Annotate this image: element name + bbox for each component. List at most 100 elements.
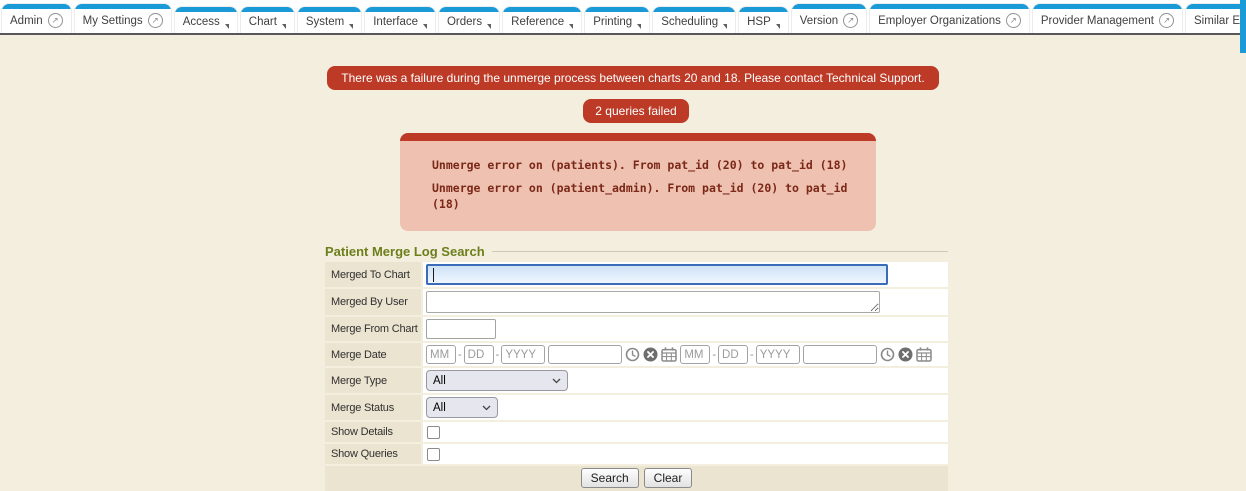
- merge-date-to-year-input[interactable]: [756, 345, 800, 364]
- tab-label: Orders: [447, 16, 482, 28]
- dropdown-caret-icon: [349, 24, 353, 29]
- external-link-icon: ↗: [148, 13, 163, 28]
- unmerge-error-line: Unmerge error on (patients). From pat_id…: [432, 157, 866, 173]
- tab-version[interactable]: Version↗: [792, 4, 866, 33]
- row-show-queries: Show Queries: [325, 444, 948, 464]
- row-merge-date: Merge Date - - - -: [325, 343, 948, 366]
- tab-label: Chart: [249, 16, 277, 28]
- show-queries-label: Show Queries: [325, 444, 421, 464]
- merge-date-to-month-input[interactable]: [680, 345, 710, 364]
- tab-similar-exposure-groups[interactable]: Similar Exposure Groups (SEGs)↗: [1186, 4, 1246, 33]
- tab-admin[interactable]: Admin ↗: [2, 4, 71, 33]
- clear-date-icon[interactable]: [643, 347, 658, 362]
- tab-chart[interactable]: Chart: [241, 7, 294, 33]
- dropdown-caret-icon: [423, 24, 427, 29]
- merge-date-from-time-input[interactable]: [548, 345, 622, 364]
- tab-label: Provider Management: [1041, 15, 1154, 27]
- tab-label: Printing: [593, 16, 632, 28]
- merge-date-label: Merge Date: [325, 343, 421, 366]
- tab-employer-organizations[interactable]: Employer Organizations ↗: [870, 4, 1029, 33]
- tab-my-settings[interactable]: My Settings ↗: [75, 4, 171, 33]
- merged-by-user-textarea[interactable]: [426, 291, 880, 313]
- calendar-icon[interactable]: [916, 347, 932, 362]
- row-merge-from-chart-id: Merge From Chart ID: [325, 317, 948, 341]
- unmerge-error-box: Unmerge error on (patients). From pat_id…: [400, 133, 876, 231]
- date-separator: -: [712, 349, 716, 361]
- tab-label: Interface: [373, 16, 418, 28]
- patient-merge-log-search-form: Patient Merge Log Search Merged To Chart…: [325, 244, 948, 491]
- dropdown-caret-icon: [225, 24, 229, 29]
- merged-to-chart-label: Merged To Chart: [325, 262, 421, 287]
- external-link-icon: ↗: [48, 13, 63, 28]
- tab-label: HSP: [747, 16, 771, 28]
- unmerge-error-line: Unmerge error on (patient_admin). From p…: [432, 180, 866, 212]
- tab-interface[interactable]: Interface: [365, 7, 435, 33]
- form-button-row: Search Clear: [325, 466, 948, 491]
- merged-to-chart-input[interactable]: [426, 264, 888, 285]
- tab-label: Scheduling: [661, 16, 718, 28]
- tab-hsp[interactable]: HSP: [739, 7, 788, 33]
- calendar-icon[interactable]: [661, 347, 677, 362]
- dropdown-caret-icon: [487, 24, 491, 29]
- merged-by-user-label: Merged By User: [325, 289, 421, 315]
- merge-date-from-day-input[interactable]: [464, 345, 494, 364]
- merge-date-from-month-input[interactable]: [426, 345, 456, 364]
- merge-status-selected-value: All: [433, 402, 446, 414]
- error-box-body: Unmerge error on (patients). From pat_id…: [400, 141, 876, 231]
- clear-date-icon[interactable]: [898, 347, 913, 362]
- clock-icon[interactable]: [880, 347, 895, 362]
- merge-status-label: Merge Status: [325, 395, 421, 420]
- tab-orders[interactable]: Orders: [439, 7, 499, 33]
- merge-type-selected-value: All: [433, 375, 446, 387]
- merge-from-chart-id-input[interactable]: [426, 319, 496, 339]
- tab-provider-management[interactable]: Provider Management ↗: [1033, 4, 1182, 33]
- tab-label: Access: [183, 16, 220, 28]
- chevron-down-icon: [552, 378, 561, 384]
- show-queries-checkbox[interactable]: [427, 448, 440, 461]
- tab-label: Employer Organizations: [878, 15, 1001, 27]
- main-tab-bar: Admin ↗ My Settings ↗ Access Chart System Inter…: [0, 0, 1246, 35]
- row-show-details: Show Details: [325, 422, 948, 442]
- tab-scheduling[interactable]: Scheduling: [653, 7, 735, 33]
- tab-reference[interactable]: Reference: [503, 7, 581, 33]
- row-merged-to-chart: Merged To Chart: [325, 262, 948, 287]
- merge-date-to-time-input[interactable]: [803, 345, 877, 364]
- dropdown-caret-icon: [569, 24, 573, 29]
- dropdown-caret-icon: [776, 24, 780, 29]
- clear-button[interactable]: Clear: [644, 468, 693, 488]
- text-cursor: [433, 268, 434, 282]
- date-separator: -: [750, 349, 754, 361]
- external-link-icon: ↗: [1006, 13, 1021, 28]
- page-title: Patient Merge Log Search: [325, 244, 485, 259]
- tab-label: My Settings: [83, 15, 143, 27]
- search-button[interactable]: Search: [581, 468, 639, 488]
- dropdown-caret-icon: [723, 24, 727, 29]
- merge-date-to-day-input[interactable]: [718, 345, 748, 364]
- show-details-checkbox[interactable]: [427, 426, 440, 439]
- error-box-accent-bar: [400, 133, 876, 141]
- tab-label: Similar Exposure Groups (SEGs): [1194, 15, 1246, 27]
- date-separator: -: [496, 349, 500, 361]
- tab-label: Admin: [10, 15, 43, 27]
- chevron-down-icon: [482, 405, 491, 411]
- external-link-icon: ↗: [1159, 13, 1174, 28]
- right-edge-accent-bar: [1240, 0, 1246, 53]
- merge-status-select[interactable]: All: [426, 397, 498, 418]
- tab-label: System: [306, 16, 344, 28]
- clock-icon[interactable]: [625, 347, 640, 362]
- tab-access[interactable]: Access: [175, 7, 237, 33]
- form-title-row: Patient Merge Log Search: [325, 244, 948, 259]
- unmerge-failure-banner: There was a failure during the unmerge p…: [327, 66, 938, 90]
- tab-label: Version: [800, 15, 838, 27]
- tab-label: Reference: [511, 16, 564, 28]
- tab-system[interactable]: System: [298, 7, 361, 33]
- merge-date-from-year-input[interactable]: [501, 345, 545, 364]
- merge-type-select[interactable]: All: [426, 370, 568, 391]
- row-merged-by-user: Merged By User: [325, 289, 948, 315]
- tab-printing[interactable]: Printing: [585, 7, 649, 33]
- row-merge-status: Merge Status All: [325, 395, 948, 420]
- merge-from-chart-id-label: Merge From Chart ID: [325, 317, 421, 341]
- show-details-label: Show Details: [325, 422, 421, 442]
- date-separator: -: [458, 349, 462, 361]
- merge-type-label: Merge Type: [325, 368, 421, 393]
